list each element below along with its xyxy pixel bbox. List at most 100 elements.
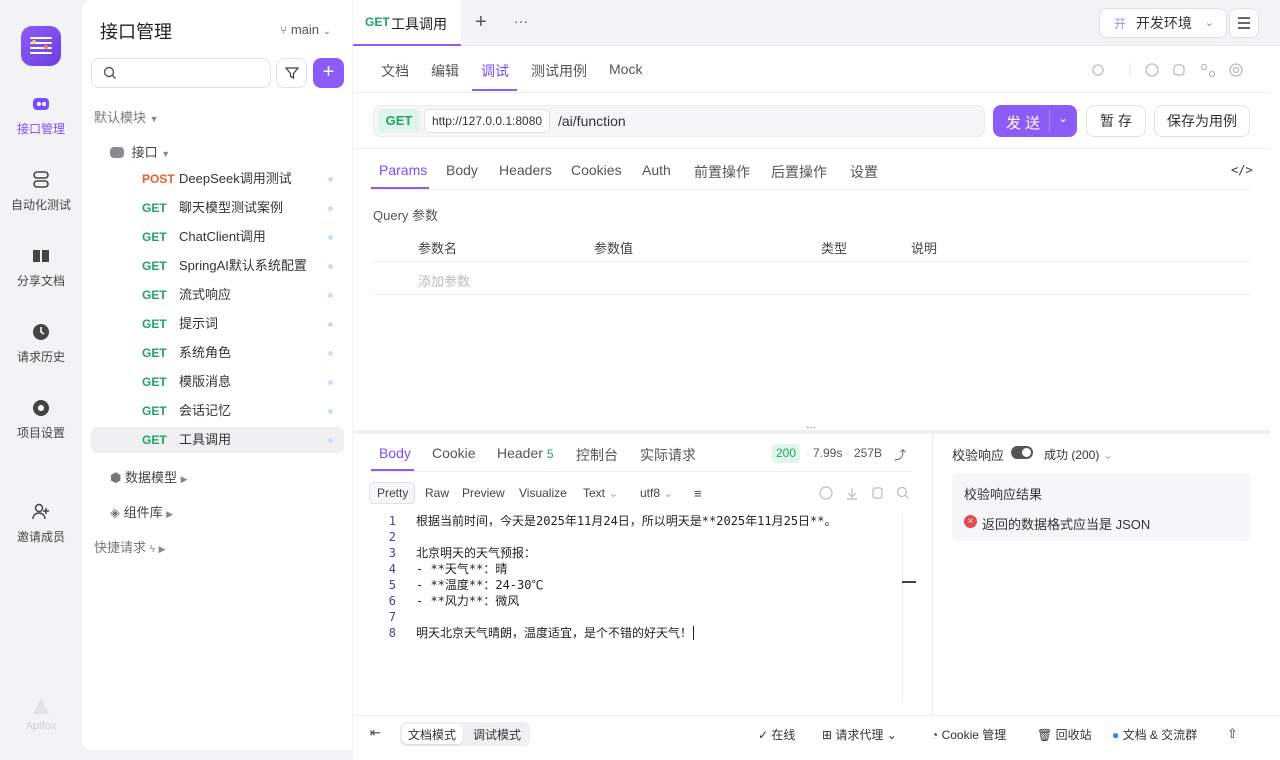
http-method-badge: POST bbox=[142, 172, 175, 186]
endpoint-item[interactable]: GET 系统角色 bbox=[91, 340, 344, 366]
validation-error-text: 返回的数据格式应当是 JSON bbox=[982, 517, 1151, 532]
save-draft-button[interactable]: 暂 存 bbox=[1086, 105, 1146, 137]
drag-handle-icon[interactable]: ··· bbox=[806, 422, 816, 433]
subtab-debug[interactable]: 调试 bbox=[481, 61, 509, 81]
encoding-select[interactable]: utf8 ⌄ bbox=[640, 486, 673, 500]
line-number: 6 bbox=[388, 594, 396, 608]
endpoint-item[interactable]: GET 聊天模型测试案例 bbox=[91, 195, 344, 221]
rail-automation-test[interactable]: 自动化测试 bbox=[0, 170, 82, 213]
endpoint-item[interactable]: GET 流式响应 bbox=[91, 282, 344, 308]
unsaved-dot-icon bbox=[328, 206, 333, 211]
doc-mode-button[interactable]: 文档模式 bbox=[408, 726, 456, 743]
line-number: 8 bbox=[388, 626, 396, 640]
search-icon bbox=[103, 66, 116, 79]
rail-project-settings[interactable]: 项目设置 bbox=[0, 398, 82, 441]
endpoint-item[interactable]: GET 会话记忆 bbox=[91, 398, 344, 424]
tree-quick-request[interactable]: 快捷请求 ϟ ▶ bbox=[94, 537, 165, 556]
branch-icon: ⑂ bbox=[280, 23, 288, 37]
sidebar-search-input[interactable] bbox=[91, 58, 271, 88]
copy-download-search-icons bbox=[819, 486, 909, 500]
tab-tool-call[interactable]: GET 工具调用 bbox=[353, 0, 461, 46]
community-button[interactable]: ● 文档 & 交流群 bbox=[1112, 726, 1197, 743]
format-select[interactable]: Text ⌄ bbox=[583, 486, 618, 500]
resp-tab-header[interactable]: Header 5 bbox=[497, 445, 554, 461]
branch-selector[interactable]: ⑂ main ⌄ bbox=[280, 22, 331, 37]
cube-icon: ⬢ bbox=[110, 470, 122, 485]
endpoint-item[interactable]: GET 提示词 bbox=[91, 311, 344, 337]
more-tabs-button[interactable]: ··· bbox=[514, 13, 528, 29]
tree-default-module[interactable]: 默认模块 ▼ bbox=[94, 107, 159, 126]
tab-headers[interactable]: Headers bbox=[499, 162, 552, 178]
add-param-input[interactable]: 添加参数 bbox=[418, 271, 470, 290]
trash-label: 回收站 bbox=[1055, 728, 1092, 742]
rail-request-history[interactable]: 请求历史 bbox=[0, 322, 82, 365]
endpoint-item[interactable]: GET 模版消息 bbox=[91, 369, 344, 395]
tab-settings[interactable]: 设置 bbox=[850, 162, 878, 182]
rail-share-docs[interactable]: 分享文档 bbox=[0, 246, 82, 289]
rail-api-management[interactable]: 接口管理 bbox=[0, 94, 82, 137]
app-logo[interactable] bbox=[21, 26, 61, 66]
line-number: 3 bbox=[388, 546, 396, 560]
endpoint-item[interactable]: POST DeepSeek调用测试 bbox=[91, 166, 344, 192]
cookie-icon: ◔ bbox=[931, 728, 939, 742]
tab-post-processors[interactable]: 后置操作 bbox=[771, 162, 827, 182]
environment-selector[interactable]: 开 开发环境 ⌄ bbox=[1099, 8, 1227, 38]
resp-tab-cookie[interactable]: Cookie bbox=[432, 445, 476, 461]
save-as-case-button[interactable]: 保存为用例 bbox=[1154, 105, 1250, 137]
tree-folder-api[interactable]: 接口 ▼ bbox=[110, 142, 170, 161]
url-path-input[interactable]: /ai/function bbox=[558, 113, 626, 129]
rail-label: 分享文档 bbox=[16, 274, 65, 288]
tab-body[interactable]: Body bbox=[446, 162, 478, 178]
share-icon[interactable]: ⤴ bbox=[894, 446, 906, 463]
request-proxy-select[interactable]: ⊞ 请求代理 ⌄ bbox=[822, 726, 897, 743]
tab-cookies[interactable]: Cookies bbox=[571, 162, 622, 178]
resp-tab-body[interactable]: Body bbox=[379, 445, 411, 461]
subtab-edit[interactable]: 编辑 bbox=[431, 61, 459, 81]
subtab-mock[interactable]: Mock bbox=[609, 61, 642, 77]
subtab-test-cases[interactable]: 测试用例 bbox=[531, 61, 587, 81]
tab-auth[interactable]: Auth bbox=[642, 162, 671, 178]
tab-pre-processors[interactable]: 前置操作 bbox=[694, 162, 750, 182]
base-url-chip[interactable]: http://127.0.0.1:8080 bbox=[424, 109, 550, 133]
tree-component-library[interactable]: ◈ 组件库 ▶ bbox=[110, 502, 173, 521]
tab-params[interactable]: Params bbox=[379, 162, 427, 178]
endpoint-item[interactable]: GET ChatClient调用 bbox=[91, 224, 344, 250]
tree-label: 组件库 bbox=[123, 505, 163, 520]
tab-method: GET bbox=[365, 15, 390, 29]
code-scrollbar-thumb[interactable] bbox=[902, 581, 916, 583]
code-scrollbar-track[interactable] bbox=[902, 513, 903, 703]
view-raw[interactable]: Raw bbox=[425, 486, 449, 500]
http-method-badge: GET bbox=[142, 259, 167, 273]
debug-mode-button[interactable]: 调试模式 bbox=[473, 726, 521, 743]
collapse-sidebar-icon[interactable]: ⇤ bbox=[370, 725, 381, 741]
endpoint-name: 工具调用 bbox=[179, 432, 232, 447]
subtab-docs[interactable]: 文档 bbox=[381, 61, 409, 81]
view-pretty[interactable]: Pretty bbox=[377, 486, 408, 500]
view-visualize[interactable]: Visualize bbox=[519, 486, 567, 500]
upload-icon[interactable]: ⇧ bbox=[1227, 726, 1238, 742]
send-button[interactable]: 发 送 ⌄ bbox=[993, 105, 1077, 137]
filter-button[interactable] bbox=[276, 58, 307, 88]
resp-tab-label: Header bbox=[497, 445, 543, 461]
endpoint-item[interactable]: GET 工具调用 bbox=[91, 427, 344, 453]
view-preview[interactable]: Preview bbox=[462, 486, 505, 500]
endpoint-item[interactable]: GET SpringAI默认系统配置 bbox=[91, 253, 344, 279]
line-text: 根据当前时间，今天是2025年11月24日，所以明天是**2025年11月25日… bbox=[416, 514, 837, 528]
chevron-down-icon: ⌄ bbox=[322, 26, 332, 37]
validate-response-toggle[interactable] bbox=[1011, 446, 1033, 459]
chevron-down-icon: ⌄ bbox=[608, 486, 619, 500]
validation-result-select[interactable]: 成功 (200) ⌄ bbox=[1044, 446, 1113, 463]
cookie-manager-button[interactable]: ◔ Cookie 管理 bbox=[931, 726, 1006, 743]
method-select[interactable]: GET bbox=[378, 109, 420, 133]
tree-data-model[interactable]: ⬢ 数据模型 ▶ bbox=[110, 467, 188, 486]
main-menu-button[interactable] bbox=[1229, 8, 1259, 38]
add-button[interactable]: + bbox=[313, 58, 344, 88]
resp-tab-console[interactable]: 控制台 bbox=[576, 445, 618, 465]
resp-tab-actual-request[interactable]: 实际请求 bbox=[640, 445, 696, 465]
rail-invite-members[interactable]: 邀请成员 bbox=[0, 502, 82, 545]
online-status[interactable]: ✓ 在线 bbox=[758, 726, 795, 743]
new-tab-button[interactable]: + bbox=[475, 11, 487, 34]
code-icon[interactable]: </> bbox=[1231, 163, 1253, 177]
trash-button[interactable]: 🗑 回收站 bbox=[1037, 726, 1092, 743]
word-wrap-icon[interactable]: ≡ bbox=[694, 486, 702, 501]
